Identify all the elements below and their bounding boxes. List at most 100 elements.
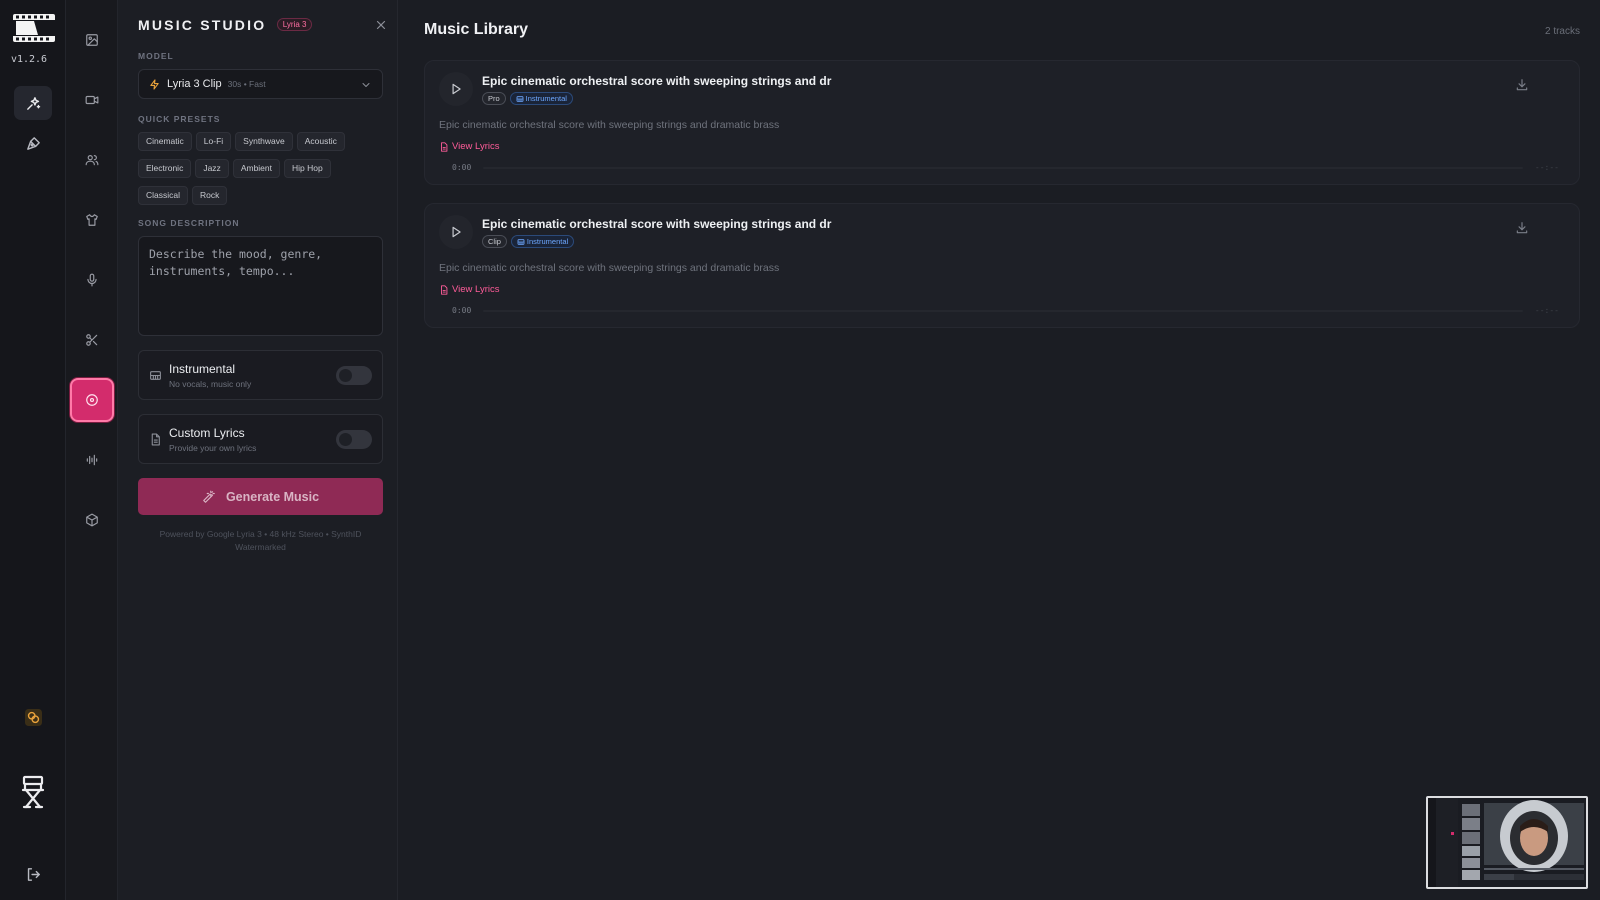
track-card: Epic cinematic orchestral score with swe… — [424, 203, 1580, 328]
cut-tool-button[interactable] — [72, 320, 112, 360]
magic-wand-icon — [203, 490, 215, 503]
lyria-version-badge: Lyria 3 — [276, 18, 313, 32]
play-button[interactable] — [439, 72, 473, 106]
view-lyrics-label: View Lyrics — [452, 141, 500, 152]
music-studio-panel: MUSIC STUDIO Lyria 3 MODEL Lyria 3 Clip … — [118, 0, 398, 900]
track-description: Epic cinematic orchestral score with swe… — [439, 262, 780, 274]
voice-tool-button[interactable] — [72, 260, 112, 300]
progress-bar[interactable] — [483, 167, 1523, 169]
view-lyrics-link[interactable]: View Lyrics — [439, 141, 500, 152]
custom-lyrics-switch[interactable] — [336, 430, 372, 449]
scissors-icon — [86, 334, 98, 346]
document-icon — [151, 433, 160, 446]
instrumental-toggle-card[interactable]: Instrumental No vocals, music only — [138, 350, 383, 400]
custom-lyrics-subtitle: Provide your own lyrics — [169, 443, 257, 453]
document-icon — [441, 284, 448, 295]
generate-music-button[interactable]: Generate Music — [138, 478, 383, 515]
song-description-input[interactable] — [138, 236, 383, 336]
piano-icon — [516, 95, 524, 102]
preset-chip[interactable]: Lo-Fi — [195, 132, 232, 151]
duration: --:-- — [1534, 306, 1559, 315]
instrumental-title: Instrumental — [169, 362, 236, 376]
director-chair-icon — [21, 775, 45, 809]
preset-chip[interactable]: Synthwave — [235, 132, 293, 151]
quick-presets: Cinematic Lo-Fi Synthwave Acoustic Electroni… — [138, 131, 383, 212]
instrumental-tag: Instrumental — [509, 92, 573, 105]
model-name: Lyria 3 Clip — [167, 78, 222, 90]
piano-icon — [517, 238, 525, 245]
play-button[interactable] — [439, 215, 473, 249]
director-mode-button[interactable] — [14, 772, 52, 812]
pen-tool-icon — [26, 136, 40, 150]
preset-chip[interactable]: Ambient — [232, 159, 280, 178]
song-description-label: SONG DESCRIPTION — [138, 218, 240, 228]
powered-by-note: Powered by Google Lyria 3 • 48 kHz Stere… — [159, 529, 362, 552]
3d-tool-button[interactable] — [72, 500, 112, 540]
custom-lyrics-toggle-card[interactable]: Custom Lyrics Provide your own lyrics — [138, 414, 383, 464]
instrumental-switch[interactable] — [336, 366, 372, 385]
view-lyrics-link[interactable]: View Lyrics — [439, 284, 500, 295]
play-icon — [452, 226, 461, 238]
instrumental-tag-label: Instrumental — [526, 237, 569, 246]
shirt-icon — [86, 214, 98, 226]
generate-music-label: Generate Music — [225, 489, 320, 504]
characters-tool-button[interactable] — [72, 140, 112, 180]
preset-chip[interactable]: Hip Hop — [284, 159, 331, 178]
download-icon[interactable] — [1515, 221, 1529, 235]
download-icon[interactable] — [1515, 78, 1529, 92]
model-label: MODEL — [138, 51, 174, 61]
film-logo-icon[interactable] — [12, 12, 56, 44]
video-tool-button[interactable] — [72, 80, 112, 120]
progress-bar[interactable] — [483, 310, 1523, 312]
microphone-icon — [87, 273, 97, 287]
document-icon — [441, 141, 448, 152]
preset-chip[interactable]: Electronic — [138, 159, 192, 178]
tool-column — [66, 0, 118, 900]
users-icon — [85, 155, 99, 166]
sparkle-wand-icon — [26, 96, 40, 110]
generate-nav-button[interactable] — [14, 86, 52, 120]
piano-icon — [150, 371, 161, 380]
model-select[interactable]: Lyria 3 Clip 30s • Fast — [138, 69, 383, 99]
app-rail: v1.2.6 — [0, 0, 66, 900]
audio-fx-tool-button[interactable] — [72, 440, 112, 480]
preset-chip[interactable]: Acoustic — [296, 132, 345, 151]
panel-header: MUSIC STUDIO Lyria 3 — [138, 16, 388, 36]
instrumental-tag: Instrumental — [510, 235, 575, 248]
track-tags: Clip Instrumental — [482, 235, 578, 248]
track-title: Epic cinematic orchestral score with swe… — [482, 217, 832, 231]
logout-button[interactable] — [14, 857, 52, 891]
model-meta: 30s • Fast — [227, 79, 266, 89]
wardrobe-tool-button[interactable] — [72, 200, 112, 240]
current-time: 0:00 — [452, 163, 472, 172]
track-card: Epic cinematic orchestral score with swe… — [424, 60, 1580, 185]
preset-chip[interactable]: Rock — [192, 186, 228, 205]
chevron-down-icon — [362, 83, 370, 87]
instrumental-subtitle: No vocals, music only — [169, 379, 252, 389]
duration: --:-- — [1534, 163, 1559, 172]
music-disc-icon — [86, 394, 98, 406]
track-title: Epic cinematic orchestral score with swe… — [482, 74, 832, 88]
quality-tag: Clip — [482, 235, 507, 248]
edit-nav-button[interactable] — [14, 126, 52, 160]
cube-icon — [86, 513, 98, 527]
preset-chip[interactable]: Cinematic — [138, 132, 192, 151]
custom-lyrics-title: Custom Lyrics — [169, 426, 245, 440]
image-tool-button[interactable] — [72, 20, 112, 60]
preset-chip[interactable]: Jazz — [195, 159, 229, 178]
preview-thumbnail[interactable] — [1426, 796, 1588, 889]
track-tags: Pro Instrumental — [482, 92, 577, 105]
credits-coins-icon — [24, 708, 42, 726]
screen-preview-image — [1428, 798, 1586, 887]
image-icon — [86, 34, 98, 46]
preset-chip[interactable]: Classical — [138, 186, 189, 205]
library-title: Music Library — [424, 21, 529, 38]
video-icon — [85, 95, 99, 105]
close-icon[interactable] — [374, 18, 388, 32]
quality-tag: Pro — [482, 92, 506, 105]
panel-title: MUSIC STUDIO — [138, 16, 267, 33]
logout-icon — [27, 867, 40, 881]
app-version: v1.2.6 — [10, 54, 48, 65]
music-studio-tool-button[interactable] — [70, 378, 114, 422]
credits-button[interactable] — [14, 700, 52, 734]
